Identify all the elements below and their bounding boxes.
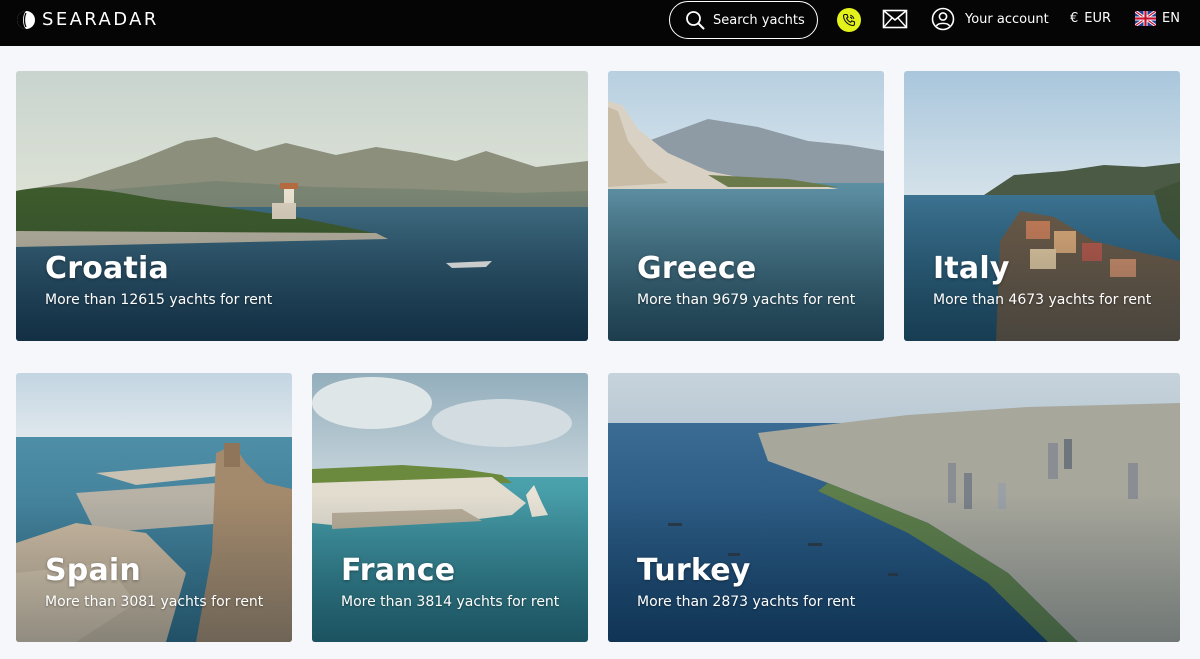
search-icon bbox=[686, 11, 705, 30]
destination-card-spain[interactable]: Spain More than 3081 yachts for rent bbox=[16, 373, 292, 642]
destination-name: Greece bbox=[637, 251, 757, 286]
search-yachts-label: Search yachts bbox=[713, 12, 805, 28]
language-selector[interactable]: EN bbox=[1135, 11, 1180, 26]
destination-card-italy[interactable]: Italy More than 4673 yachts for rent bbox=[904, 71, 1180, 341]
destination-yacht-count: More than 3814 yachts for rent bbox=[341, 594, 560, 610]
destination-yacht-count: More than 2873 yachts for rent bbox=[637, 594, 856, 610]
destination-card-greece[interactable]: Greece More than 9679 yachts for rent bbox=[608, 71, 884, 341]
destination-name: Turkey bbox=[637, 553, 751, 588]
top-navigation-bar: SEARADAR Search yachts Your account € EU… bbox=[0, 0, 1200, 46]
your-account-link[interactable]: Your account bbox=[931, 7, 1049, 31]
destination-card-turkey[interactable]: Turkey More than 2873 yachts for rent bbox=[608, 373, 1180, 642]
language-code: EN bbox=[1162, 11, 1180, 26]
your-account-label: Your account bbox=[965, 11, 1049, 27]
destination-name: France bbox=[341, 553, 456, 588]
phone-button[interactable] bbox=[837, 8, 861, 32]
currency-code: EUR bbox=[1084, 11, 1112, 26]
currency-selector[interactable]: € EUR bbox=[1070, 11, 1111, 26]
account-icon bbox=[931, 7, 955, 31]
mail-icon[interactable] bbox=[882, 9, 908, 29]
destination-yacht-count: More than 12615 yachts for rent bbox=[45, 292, 273, 308]
destination-yacht-count: More than 9679 yachts for rent bbox=[637, 292, 856, 308]
brand-logo-link[interactable]: SEARADAR bbox=[16, 9, 159, 30]
brand-name: SEARADAR bbox=[42, 9, 159, 30]
currency-symbol: € bbox=[1070, 11, 1079, 26]
destination-card-croatia[interactable]: Croatia More than 12615 yachts for rent bbox=[16, 71, 588, 341]
destination-name: Italy bbox=[933, 251, 1010, 286]
destination-card-france[interactable]: France More than 3814 yachts for rent bbox=[312, 373, 588, 642]
uk-flag-icon bbox=[1135, 11, 1156, 26]
destination-yacht-count: More than 4673 yachts for rent bbox=[933, 292, 1152, 308]
search-yachts-button[interactable]: Search yachts bbox=[669, 1, 818, 39]
destination-yacht-count: More than 3081 yachts for rent bbox=[45, 594, 264, 610]
destination-name: Spain bbox=[45, 553, 141, 588]
brand-logo-icon bbox=[17, 10, 35, 29]
phone-icon bbox=[842, 13, 856, 27]
destination-name: Croatia bbox=[45, 251, 169, 286]
